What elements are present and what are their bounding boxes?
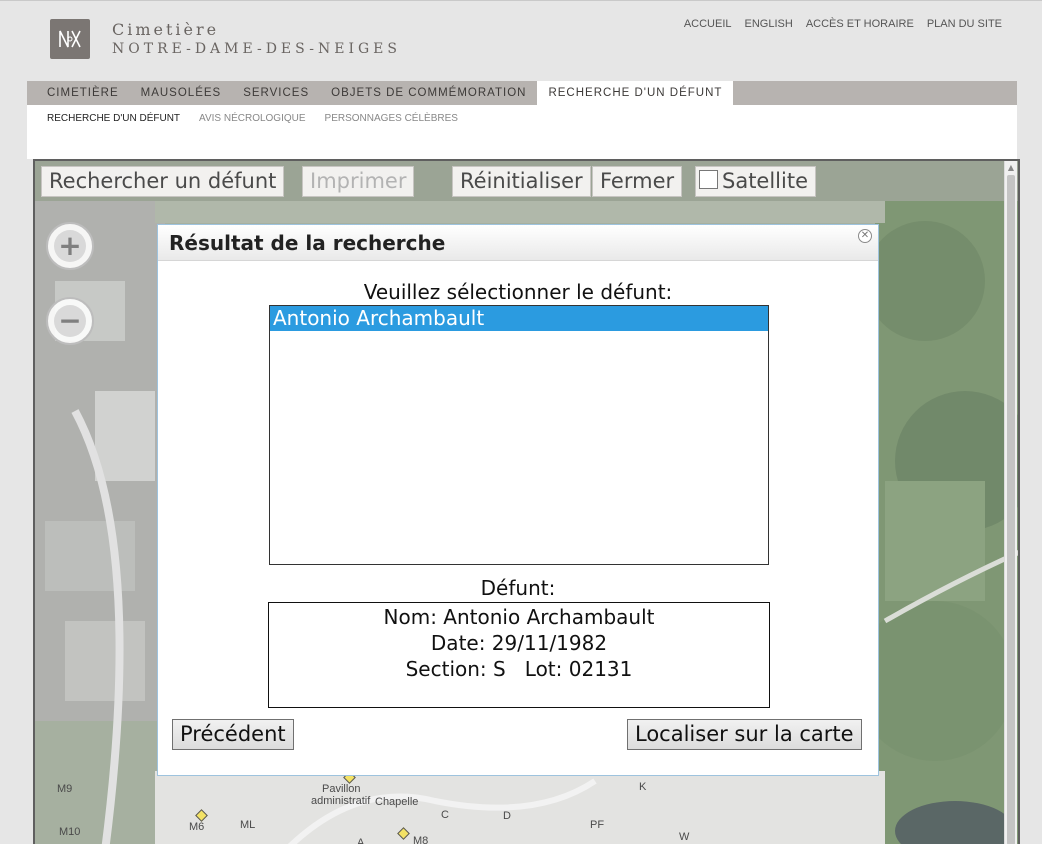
- map-label-administratif: administratif: [311, 795, 371, 807]
- deceased-date: Date: 29/11/1982: [430, 631, 608, 655]
- search-result-dialog: Résultat de la recherche ✕ Veuillez séle…: [157, 224, 879, 776]
- search-deceased-button[interactable]: Rechercher un défunt: [41, 166, 285, 197]
- map-label-k: K: [639, 781, 647, 793]
- map-label-ml: ML: [240, 819, 256, 831]
- cemetery-logo[interactable]: [50, 19, 90, 59]
- map-label-pf: PF: [590, 819, 605, 831]
- map-label-m6: M6: [189, 821, 205, 833]
- link-english[interactable]: ENGLISH: [745, 18, 793, 30]
- print-button[interactable]: Imprimer: [302, 166, 415, 197]
- nav-item-mausolees[interactable]: MAUSOLÉES: [130, 81, 233, 105]
- locate-on-map-button[interactable]: Localiser sur la carte: [627, 719, 862, 750]
- scrollbar-thumb[interactable]: [1007, 175, 1015, 844]
- deceased-section-lot: Section: S Lot: 02131: [405, 657, 633, 681]
- previous-button[interactable]: Précédent: [172, 719, 294, 750]
- link-acces-horaire[interactable]: ACCÈS ET HORAIRE: [806, 18, 914, 30]
- map-label-chapelle: Chapelle: [375, 796, 419, 808]
- scroll-up-icon[interactable]: ▲: [1006, 163, 1016, 173]
- map-scrollbar[interactable]: ▲: [1004, 161, 1017, 844]
- map-label-c: C: [441, 809, 449, 821]
- dialog-title: Résultat de la recherche: [158, 225, 878, 261]
- monogram-icon: [59, 30, 81, 48]
- top-links: ACCUEIL ENGLISH ACCÈS ET HORAIRE PLAN DU…: [684, 18, 1002, 30]
- reset-button[interactable]: Réinitialiser: [452, 166, 591, 197]
- nav-item-cimetiere[interactable]: CIMETIÈRE: [36, 81, 130, 105]
- nav-item-objets-commemoration[interactable]: OBJETS DE COMMÉMORATION: [320, 81, 537, 105]
- satellite-label: Satellite: [722, 169, 809, 193]
- site-title-line1: Cimetière: [112, 20, 220, 39]
- close-map-button[interactable]: Fermer: [592, 166, 683, 197]
- list-item[interactable]: Antonio Archambault: [270, 306, 768, 331]
- sub-nav: RECHERCHE D'UN DÉFUNT AVIS NÉCROLOGIQUE …: [27, 105, 1017, 159]
- map-label-m10: M10: [59, 826, 81, 838]
- main-nav: CIMETIÈRE MAUSOLÉES SERVICES OBJETS DE C…: [27, 81, 1017, 105]
- zoom-out-button[interactable]: −: [46, 297, 94, 345]
- subnav-item-avis-necrologique[interactable]: AVIS NÉCROLOGIQUE: [199, 113, 306, 159]
- zoom-in-button[interactable]: +: [46, 222, 94, 270]
- subnav-item-recherche-defunt[interactable]: RECHERCHE D'UN DÉFUNT: [47, 113, 180, 159]
- deceased-info-box: Nom: Antonio Archambault Date: 29/11/198…: [268, 602, 770, 708]
- deceased-listbox[interactable]: Antonio Archambault: [269, 305, 769, 565]
- site-title-line2: NOTRE-DAME-DES-NEIGES: [112, 41, 401, 57]
- minus-icon: −: [54, 305, 86, 337]
- map-label-w: W: [679, 831, 690, 843]
- deceased-name: Nom: Antonio Archambault: [383, 605, 655, 629]
- site-title[interactable]: Cimetière NOTRE-DAME-DES-NEIGES: [112, 20, 401, 58]
- nav-item-services[interactable]: SERVICES: [232, 81, 320, 105]
- map-label-m8: M8: [413, 835, 429, 844]
- deceased-label: Défunt:: [480, 576, 556, 600]
- plus-icon: +: [54, 230, 86, 262]
- link-accueil[interactable]: ACCUEIL: [684, 18, 732, 30]
- nav-item-recherche-defunt[interactable]: RECHERCHE D'UN DÉFUNT: [537, 81, 734, 105]
- close-icon[interactable]: ✕: [858, 229, 872, 243]
- satellite-checkbox[interactable]: [699, 170, 718, 189]
- map-label-a: A: [357, 837, 365, 844]
- satellite-toggle[interactable]: Satellite: [695, 166, 817, 197]
- map-label-pavillon: Pavillon: [322, 783, 361, 795]
- map-label-m9: M9: [57, 783, 73, 795]
- select-prompt: Veuillez sélectionner le défunt:: [363, 280, 673, 304]
- map-label-d: D: [503, 810, 511, 822]
- link-plan-du-site[interactable]: PLAN DU SITE: [927, 18, 1002, 30]
- subnav-item-personnages-celebres[interactable]: PERSONNAGES CÉLÈBRES: [325, 113, 458, 159]
